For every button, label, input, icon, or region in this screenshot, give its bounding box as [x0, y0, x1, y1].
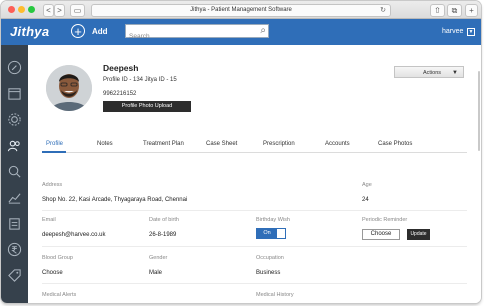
minimize-window-button[interactable] — [18, 6, 25, 13]
clipboard-icon — [9, 218, 20, 230]
sidebar-item-records[interactable] — [6, 215, 23, 232]
search-icon[interactable]: ⌕ — [260, 25, 266, 36]
maximize-window-button[interactable] — [28, 6, 35, 13]
occupation-label: Occupation — [256, 255, 284, 261]
chart-icon — [8, 193, 21, 204]
reminder-update-button[interactable]: Update — [407, 229, 430, 240]
age-label: Age — [362, 182, 372, 188]
medical-alerts-label: Medical Alerts — [42, 292, 77, 298]
gender-value: Male — [149, 270, 163, 276]
address-label: Address — [42, 182, 63, 188]
rupee-icon — [7, 242, 22, 257]
sidebar-item-edit[interactable] — [6, 59, 23, 76]
page-title: Jithya - Patient Management Software — [190, 7, 292, 13]
address-bar[interactable]: Jithya - Patient Management Software ↻ — [91, 4, 391, 17]
back-button[interactable]: < — [43, 4, 54, 17]
tab-prescription[interactable]: Prescription — [263, 141, 295, 147]
users-icon — [7, 140, 20, 152]
sidebar-toggle-icon[interactable]: ▭ — [70, 4, 85, 17]
toggle-on-label: On — [257, 229, 277, 238]
tab-profile[interactable]: Profile — [46, 141, 63, 147]
close-window-button[interactable] — [8, 6, 15, 13]
tag-icon — [8, 269, 21, 282]
new-tab-icon[interactable]: + — [465, 4, 478, 17]
reload-icon[interactable]: ↻ — [380, 5, 386, 16]
reminder-choose-select[interactable]: Choose — [362, 229, 400, 240]
blood-group-value[interactable]: Choose — [42, 270, 63, 276]
age-value: 24 — [362, 197, 369, 203]
forward-button[interactable]: > — [54, 4, 65, 17]
search-icon — [8, 165, 21, 178]
search-input[interactable] — [126, 30, 254, 43]
sidebar-item-settings[interactable] — [6, 111, 23, 128]
actions-dropdown[interactable]: Actions ▼ — [394, 66, 464, 78]
main-content: Deepesh Profile ID - 134 Jitya ID - 15 9… — [28, 45, 481, 303]
tabs-icon[interactable]: ⧉ — [447, 4, 462, 17]
app-header: Jithya + Add ⌕ harvee ▼ — [1, 19, 481, 45]
tab-case-sheet[interactable]: Case Sheet — [206, 141, 237, 147]
sidebar-item-calendar[interactable] — [6, 85, 23, 102]
patient-ids: Profile ID - 134 Jitya ID - 15 — [103, 77, 177, 83]
gear-icon — [8, 113, 21, 126]
sidebar-item-search[interactable] — [6, 163, 23, 180]
avatar — [46, 65, 92, 111]
profile-photo — [46, 65, 92, 111]
user-menu-label[interactable]: harvee — [442, 28, 463, 35]
patient-phone: 9962216152 — [103, 91, 137, 97]
search-box: ⌕ — [125, 24, 269, 43]
actions-label: Actions — [423, 70, 442, 76]
add-button-label[interactable]: Add — [92, 27, 108, 36]
sidebar — [1, 45, 28, 303]
profile-tabs: Profile Notes Treatment Plan Case Sheet … — [42, 138, 467, 153]
tab-notes[interactable]: Notes — [97, 141, 113, 147]
row-divider — [42, 283, 467, 284]
chevron-down-icon: ▼ — [452, 70, 458, 76]
calendar-icon — [8, 88, 21, 100]
address-value: Shop No. 22, Kasi Arcade, Thyagaraya Roa… — [42, 197, 188, 203]
share-icon[interactable]: ⇧ — [430, 4, 445, 17]
blood-group-label: Blood Group — [42, 255, 73, 261]
dob-value: 26-8-1989 — [149, 232, 177, 238]
sidebar-item-reports[interactable] — [6, 189, 23, 206]
medical-history-label: Medical History — [256, 292, 294, 298]
add-icon[interactable]: + — [71, 24, 85, 38]
tab-treatment-plan[interactable]: Treatment Plan — [143, 141, 184, 147]
sidebar-item-billing[interactable] — [6, 241, 23, 258]
dob-label: Date of birth — [149, 217, 179, 223]
browser-window: < > ▭ Jithya - Patient Management Softwa… — [1, 1, 481, 303]
email-value: deepesh@harvee.co.uk — [42, 232, 106, 238]
chevron-down-icon[interactable]: ▼ — [467, 28, 475, 36]
tab-accounts[interactable]: Accounts — [325, 141, 350, 147]
patient-name: Deepesh — [103, 63, 139, 73]
birthday-wish-toggle[interactable]: On — [256, 228, 286, 239]
occupation-value: Business — [256, 270, 281, 276]
scrollbar[interactable] — [478, 71, 480, 151]
active-tab-indicator — [42, 151, 66, 153]
periodic-reminder-label: Periodic Reminder — [362, 217, 408, 223]
birthday-wish-label: Birthday Wish — [256, 217, 290, 223]
row-divider — [42, 210, 467, 211]
tab-case-photos[interactable]: Case Photos — [378, 141, 412, 147]
browser-toolbar: < > ▭ Jithya - Patient Management Softwa… — [1, 1, 481, 19]
sidebar-item-patients[interactable] — [6, 137, 23, 154]
row-divider — [42, 246, 467, 247]
app-logo: Jithya — [10, 24, 50, 39]
sidebar-item-tags[interactable] — [6, 267, 23, 284]
gender-label: Gender — [149, 255, 168, 261]
profile-photo-upload-button[interactable]: Profile Photo Upload — [103, 101, 191, 112]
edit-icon — [7, 60, 22, 75]
email-label: Email — [42, 217, 56, 223]
